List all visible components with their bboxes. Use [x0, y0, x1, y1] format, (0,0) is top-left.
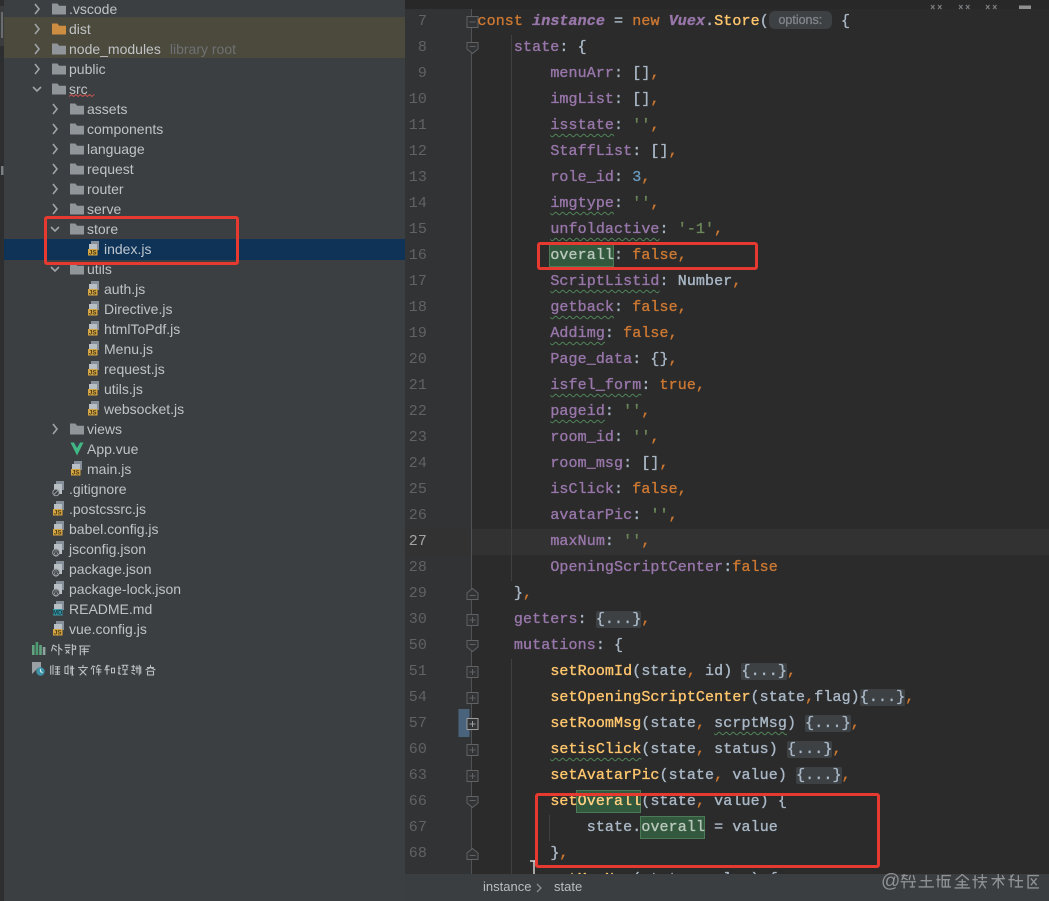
svg-text:{}: {}: [54, 571, 58, 577]
svg-text:{}: {}: [54, 551, 58, 557]
svg-text:JS: JS: [89, 330, 97, 337]
svg-text:JS: JS: [54, 630, 62, 637]
svg-text:{}: {}: [54, 591, 58, 597]
svg-text:JS: JS: [89, 310, 97, 317]
svg-text:JS: JS: [72, 470, 80, 477]
svg-text:JS: JS: [54, 510, 62, 517]
svg-text:MD: MD: [53, 611, 63, 617]
svg-text:JS: JS: [54, 530, 62, 537]
svg-text:JS: JS: [89, 350, 97, 357]
svg-text:JS: JS: [89, 390, 97, 397]
svg-text:JS: JS: [89, 410, 97, 417]
svg-text:JS: JS: [89, 290, 97, 297]
svg-text:JS: JS: [89, 370, 97, 377]
